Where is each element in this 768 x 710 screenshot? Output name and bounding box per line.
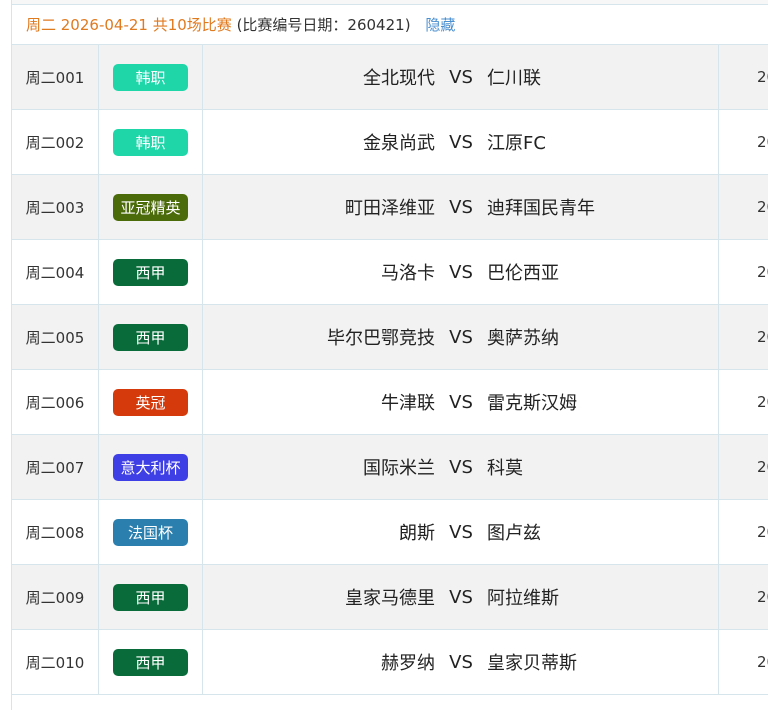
league-badge[interactable]: 韩职: [113, 63, 188, 91]
match-id: 周二004: [12, 240, 99, 304]
league-badge[interactable]: 英冠: [113, 388, 188, 416]
league-cell: 韩职: [99, 45, 203, 109]
match-time: 20: [757, 523, 768, 541]
league-badge[interactable]: 西甲: [113, 583, 188, 611]
league-badge[interactable]: 意大利杯: [113, 453, 188, 481]
league-cell: 英冠: [99, 370, 203, 434]
vs-label: VS: [449, 66, 473, 88]
match-id: 周二010: [12, 630, 99, 694]
date-summary: 周二 2026-04-21 共10场比赛: [26, 16, 232, 34]
teams-cell: 町田泽维亚 VS 迪拜国民青年: [203, 175, 719, 239]
league-badge[interactable]: 韩职: [113, 128, 188, 156]
match-time: 20: [757, 458, 768, 476]
league-cell: 西甲: [99, 565, 203, 629]
away-team: 江原FC: [487, 133, 546, 154]
away-team: 奥萨苏纳: [487, 328, 559, 349]
vs-label: VS: [449, 586, 473, 608]
away-team: 阿拉维斯: [487, 588, 559, 609]
match-time: 20: [757, 68, 768, 86]
vs-label: VS: [449, 261, 473, 283]
league-cell: 西甲: [99, 305, 203, 369]
teams-cell: 朗斯 VS 图卢兹: [203, 500, 719, 564]
match-row: 周二004 西甲 马洛卡 VS 巴伦西亚 20: [11, 240, 768, 305]
hide-link[interactable]: 隐藏: [425, 16, 455, 34]
match-time: 20: [757, 588, 768, 606]
league-cell: 亚冠精英: [99, 175, 203, 239]
league-cell: 意大利杯: [99, 435, 203, 499]
match-id: 周二003: [12, 175, 99, 239]
vs-label: VS: [449, 456, 473, 478]
match-row: 周二005 西甲 毕尔巴鄂竞技 VS 奥萨苏纳 20: [11, 305, 768, 370]
match-id: 周二005: [12, 305, 99, 369]
home-team: 国际米兰: [363, 458, 435, 479]
vs-label: VS: [449, 391, 473, 413]
home-team: 金泉尚武: [363, 133, 435, 154]
away-team: 图卢兹: [487, 523, 541, 544]
match-table: 周二001 韩职 全北现代 VS 仁川联 20 周二002 韩职 金泉尚武 VS 江原FC…: [11, 45, 768, 695]
next-row-edge: [11, 695, 768, 710]
match-id: 周二001: [12, 45, 99, 109]
code-date-note: (比赛编号日期：260421): [236, 16, 411, 34]
teams-cell: 国际米兰 VS 科莫: [203, 435, 719, 499]
league-cell: 西甲: [99, 240, 203, 304]
vs-label: VS: [449, 131, 473, 153]
match-time: 20: [757, 133, 768, 151]
league-badge[interactable]: 西甲: [113, 323, 188, 351]
teams-cell: 皇家马德里 VS 阿拉维斯: [203, 565, 719, 629]
teams-cell: 赫罗纳 VS 皇家贝蒂斯: [203, 630, 719, 694]
match-id: 周二002: [12, 110, 99, 174]
day-header: 周二 2026-04-21 共10场比赛 (比赛编号日期：260421) 隐藏: [11, 5, 768, 45]
away-team: 迪拜国民青年: [487, 198, 595, 219]
home-team: 毕尔巴鄂竞技: [327, 328, 435, 349]
away-team: 巴伦西亚: [487, 263, 559, 284]
away-team: 雷克斯汉姆: [487, 393, 577, 414]
league-cell: 韩职: [99, 110, 203, 174]
home-team: 马洛卡: [381, 263, 435, 284]
match-row: 周二006 英冠 牛津联 VS 雷克斯汉姆 20: [11, 370, 768, 435]
home-team: 皇家马德里: [345, 588, 435, 609]
teams-cell: 牛津联 VS 雷克斯汉姆: [203, 370, 719, 434]
match-row: 周二003 亚冠精英 町田泽维亚 VS 迪拜国民青年 20: [11, 175, 768, 240]
league-cell: 法国杯: [99, 500, 203, 564]
away-team: 皇家贝蒂斯: [487, 653, 577, 674]
match-time: 20: [757, 328, 768, 346]
match-row: 周二001 韩职 全北现代 VS 仁川联 20: [11, 45, 768, 110]
league-badge[interactable]: 西甲: [113, 648, 188, 676]
match-row: 周二002 韩职 金泉尚武 VS 江原FC 20: [11, 110, 768, 175]
home-team: 赫罗纳: [381, 653, 435, 674]
home-team: 町田泽维亚: [345, 198, 435, 219]
match-id: 周二006: [12, 370, 99, 434]
teams-cell: 全北现代 VS 仁川联: [203, 45, 719, 109]
match-time: 20: [757, 263, 768, 281]
teams-cell: 毕尔巴鄂竞技 VS 奥萨苏纳: [203, 305, 719, 369]
match-row: 周二009 西甲 皇家马德里 VS 阿拉维斯 20: [11, 565, 768, 630]
match-id: 周二009: [12, 565, 99, 629]
vs-label: VS: [449, 521, 473, 543]
league-badge[interactable]: 法国杯: [113, 518, 188, 546]
vs-label: VS: [449, 651, 473, 673]
league-badge[interactable]: 西甲: [113, 258, 188, 286]
league-cell: 西甲: [99, 630, 203, 694]
away-team: 科莫: [487, 458, 523, 479]
teams-cell: 马洛卡 VS 巴伦西亚: [203, 240, 719, 304]
match-row: 周二010 西甲 赫罗纳 VS 皇家贝蒂斯 20: [11, 630, 768, 695]
vs-label: VS: [449, 326, 473, 348]
match-id: 周二008: [12, 500, 99, 564]
league-badge[interactable]: 亚冠精英: [113, 193, 188, 221]
match-time: 20: [757, 653, 768, 671]
away-team: 仁川联: [487, 68, 541, 89]
home-team: 朗斯: [399, 523, 435, 544]
match-time: 20: [757, 393, 768, 411]
match-time: 20: [757, 198, 768, 216]
match-row: 周二007 意大利杯 国际米兰 VS 科莫 20: [11, 435, 768, 500]
match-row: 周二008 法国杯 朗斯 VS 图卢兹 20: [11, 500, 768, 565]
vs-label: VS: [449, 196, 473, 218]
home-team: 全北现代: [363, 68, 435, 89]
home-team: 牛津联: [381, 393, 435, 414]
teams-cell: 金泉尚武 VS 江原FC: [203, 110, 719, 174]
match-id: 周二007: [12, 435, 99, 499]
